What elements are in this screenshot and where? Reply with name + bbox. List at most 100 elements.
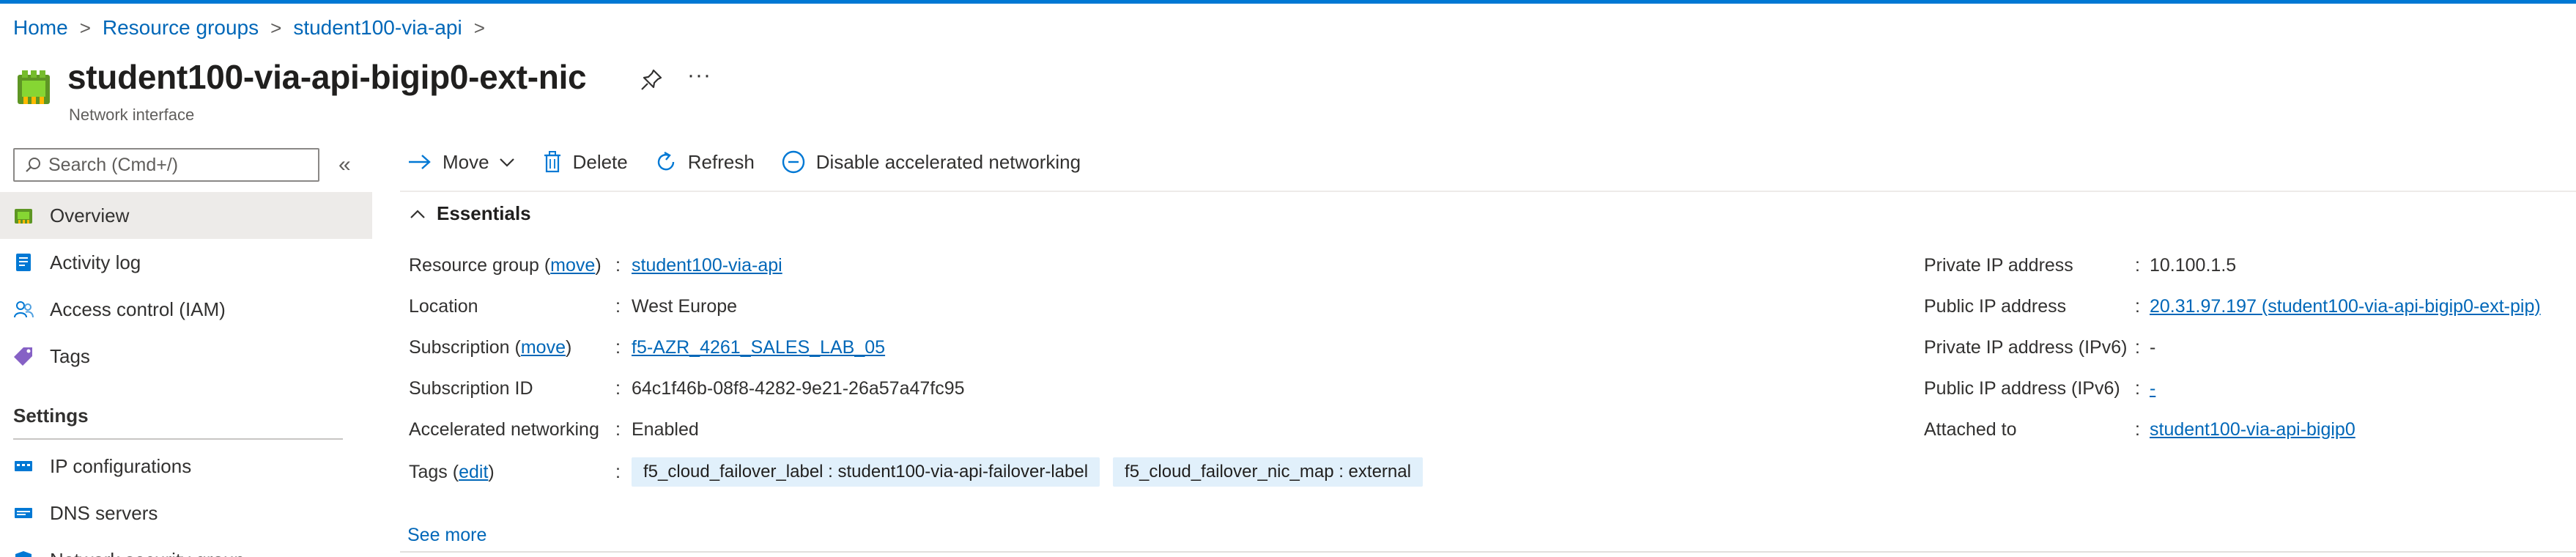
private-ipv6-label: Private IP address (IPv6) xyxy=(1924,336,2128,358)
search-placeholder: Search (Cmd+/) xyxy=(48,154,179,175)
public-ipv6-row: Public IP address (IPv6) : - xyxy=(1924,368,2541,409)
sidebar-item-label: Overview xyxy=(50,204,130,226)
sidebar-item-activity-log[interactable]: Activity log xyxy=(0,239,372,286)
trash-icon xyxy=(544,151,560,173)
see-more-link[interactable]: See more xyxy=(407,525,486,546)
sidebar-nav: Overview Activity log Access control (IA… xyxy=(0,192,372,380)
private-ip-value: 10.100.1.5 xyxy=(2150,254,2237,276)
chevron-down-icon xyxy=(499,158,514,167)
arrow-right-icon xyxy=(409,155,431,169)
public-ipv6-label: Public IP address (IPv6) xyxy=(1924,377,2120,399)
sidebar-item-label: Tags xyxy=(50,344,90,367)
resource-group-value-link[interactable]: student100-via-api xyxy=(632,255,782,276)
location-value: West Europe xyxy=(632,295,738,317)
resource-group-label: Resource group (move) xyxy=(409,254,602,276)
separator: : xyxy=(615,295,621,317)
private-ip-row: Private IP address : 10.100.1.5 xyxy=(1924,245,2541,286)
more-options-icon[interactable]: ··· xyxy=(687,63,711,88)
private-ipv6-value: - xyxy=(2150,336,2156,358)
sidebar-settings-nav: IP configurations DNS servers Network se… xyxy=(0,443,372,557)
sidebar-item-label: Access control (IAM) xyxy=(50,298,226,320)
sidebar-item-tags[interactable]: Tags xyxy=(0,333,372,380)
tag-chip: f5_cloud_failover_nic_map : external xyxy=(1113,457,1423,487)
subscription-id-row: Subscription ID : 64c1f46b-08f8-4282-9e2… xyxy=(409,368,965,409)
breadcrumb-resource-group[interactable]: student100-via-api xyxy=(293,16,462,40)
move-label: Move xyxy=(443,150,489,173)
subscription-id-value: 64c1f46b-08f8-4282-9e21-26a57a47fc95 xyxy=(632,377,965,399)
move-button[interactable]: Move xyxy=(407,151,516,174)
collapse-sidebar-icon[interactable]: « xyxy=(338,152,351,177)
tag-icon xyxy=(13,346,34,366)
move-subscription-link[interactable]: move xyxy=(521,337,566,358)
edit-tags-link[interactable]: edit xyxy=(459,462,488,482)
sidebar-item-network-security-group[interactable]: Network security group xyxy=(0,536,372,557)
location-label: Location xyxy=(409,295,478,317)
essentials-title: Essentials xyxy=(437,202,531,224)
nsg-icon xyxy=(13,550,34,557)
tags-row: Tags (edit) : f5_cloud_failover_label : … xyxy=(409,457,1436,487)
command-bar: Move Delete Refresh Disable accelerated … xyxy=(407,150,1107,174)
accelerated-networking-value: Enabled xyxy=(632,418,699,440)
separator: : xyxy=(615,336,621,358)
network-interface-icon xyxy=(13,67,54,108)
tag-chip: f5_cloud_failover_label : student100-via… xyxy=(632,457,1100,487)
page-title: student100-via-api-bigip0-ext-nic xyxy=(67,58,587,96)
sidebar-item-access-control[interactable]: Access control (IAM) xyxy=(0,286,372,333)
chevron-up-icon xyxy=(410,209,425,218)
ip-config-icon xyxy=(13,456,34,476)
sidebar-item-label: DNS servers xyxy=(50,501,158,524)
sidebar-item-label: Network security group xyxy=(50,549,245,557)
refresh-icon xyxy=(657,151,674,171)
essentials-toggle[interactable]: Essentials xyxy=(409,202,531,225)
public-ipv6-value-link[interactable]: - xyxy=(2150,378,2155,399)
attached-to-label: Attached to xyxy=(1924,418,2017,440)
separator: : xyxy=(615,377,621,399)
public-ip-row: Public IP address : 20.31.97.197 (studen… xyxy=(1924,286,2541,327)
separator: : xyxy=(615,418,621,440)
sidebar-divider xyxy=(13,438,343,440)
public-ip-value-link[interactable]: 20.31.97.197 (student100-via-api-bigip0-… xyxy=(2150,296,2541,317)
subscription-value-link[interactable]: f5-AZR_4261_SALES_LAB_05 xyxy=(632,337,885,358)
refresh-button[interactable]: Refresh xyxy=(654,150,755,174)
sidebar-item-overview[interactable]: Overview xyxy=(0,192,372,239)
toolbar-divider xyxy=(400,191,2576,192)
attached-to-value-link[interactable]: student100-via-api-bigip0 xyxy=(2150,419,2355,440)
separator: : xyxy=(2135,377,2140,399)
sidebar-section-settings: Settings xyxy=(13,405,89,427)
chevron-right-icon: > xyxy=(79,16,91,39)
sidebar-item-label: Activity log xyxy=(50,251,141,273)
subscription-row: Subscription (move) : f5-AZR_4261_SALES_… xyxy=(409,327,965,368)
chevron-right-icon: > xyxy=(473,16,485,39)
sidebar-item-label: IP configurations xyxy=(50,454,192,477)
sidebar-search-input[interactable]: Search (Cmd+/) xyxy=(13,148,319,182)
accelerated-networking-label: Accelerated networking xyxy=(409,418,599,440)
subscription-label: Subscription (move) xyxy=(409,336,572,358)
resource-group-row: Resource group (move) : student100-via-a… xyxy=(409,245,965,286)
tags-label: Tags (edit) xyxy=(409,461,495,482)
location-row: Location : West Europe xyxy=(409,286,965,327)
disable-accelerated-networking-button[interactable]: Disable accelerated networking xyxy=(781,150,1081,174)
sidebar-item-dns-servers[interactable]: DNS servers xyxy=(0,490,372,536)
separator: : xyxy=(2135,254,2140,276)
breadcrumb-resource-groups[interactable]: Resource groups xyxy=(103,16,259,40)
nic-icon xyxy=(13,205,34,226)
top-accent-bar xyxy=(0,0,2576,4)
accelerated-networking-row: Accelerated networking : Enabled xyxy=(409,409,965,450)
pin-icon[interactable] xyxy=(639,67,664,92)
move-resource-group-link[interactable]: move xyxy=(550,255,595,276)
private-ipv6-row: Private IP address (IPv6) : - xyxy=(1924,327,2541,368)
separator: : xyxy=(615,254,621,276)
public-ip-label: Public IP address xyxy=(1924,295,2067,317)
people-icon xyxy=(13,299,34,320)
resource-type-label: Network interface xyxy=(69,106,195,124)
essentials-right-column: Private IP address : 10.100.1.5 Public I… xyxy=(1924,245,2541,450)
refresh-label: Refresh xyxy=(687,150,755,173)
attached-to-row: Attached to : student100-via-api-bigip0 xyxy=(1924,409,2541,450)
delete-label: Delete xyxy=(572,150,628,173)
private-ip-label: Private IP address xyxy=(1924,254,2073,276)
sidebar-item-ip-configurations[interactable]: IP configurations xyxy=(0,443,372,490)
delete-button[interactable]: Delete xyxy=(542,150,628,174)
minus-circle-icon xyxy=(782,150,804,174)
breadcrumb-home[interactable]: Home xyxy=(13,16,68,40)
separator: : xyxy=(2135,295,2140,317)
